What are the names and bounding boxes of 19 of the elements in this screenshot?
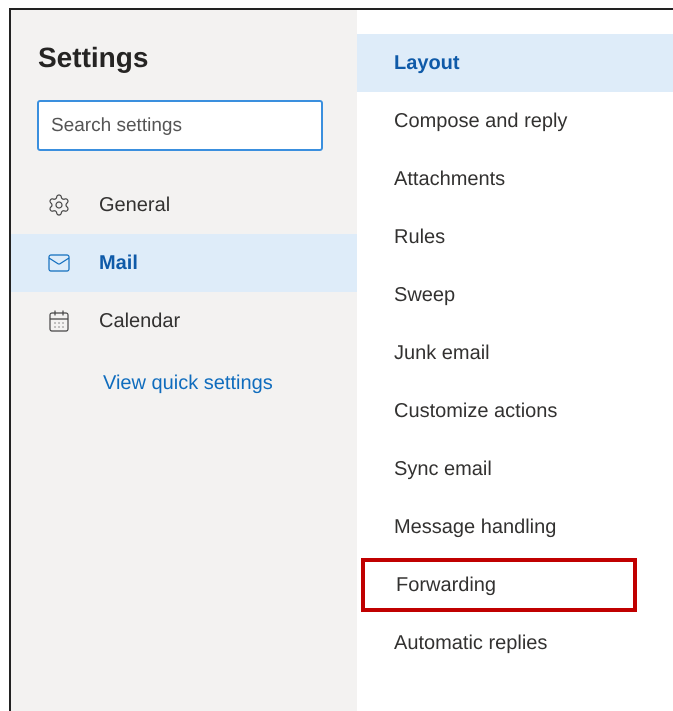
settings-section-item[interactable]: Forwarding [359,556,639,614]
nav-item[interactable]: Calendar [11,292,357,350]
nav-item[interactable]: Mail [11,234,357,292]
settings-section-item[interactable]: Compose and reply [357,92,673,150]
settings-section-item[interactable]: Layout [357,34,673,92]
search-field[interactable]: Search settings [37,100,323,151]
settings-title: Settings [38,41,150,75]
settings-section-item[interactable]: Rules [357,208,673,266]
quick-settings-link[interactable]: View quick settings [103,368,357,398]
settings-section-item[interactable]: Customize actions [357,382,673,440]
settings-section-item[interactable]: Junk email [357,324,673,382]
nav-item[interactable]: General [11,176,357,234]
settings-section-item[interactable]: Automatic replies [357,614,673,672]
settings-icon [47,193,71,217]
settings-section-item[interactable]: Sweep [357,266,673,324]
settings-section-item[interactable]: Message handling [357,498,673,556]
settings-section-item[interactable]: Sync email [357,440,673,498]
calendar-icon [47,309,71,333]
settings-section-item[interactable]: Attachments [357,150,673,208]
